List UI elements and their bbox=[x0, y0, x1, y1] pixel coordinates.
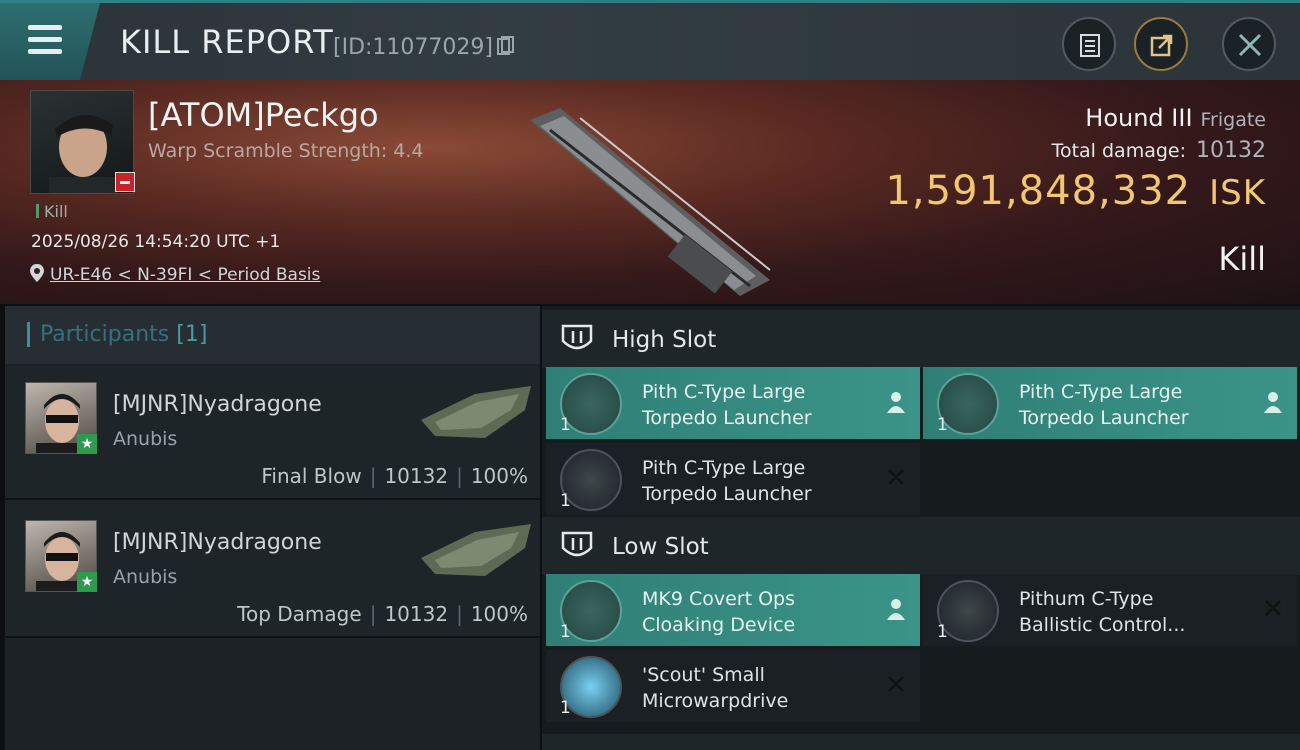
close-button[interactable] bbox=[1222, 17, 1276, 71]
kill-location[interactable]: UR-E46 < N-39FI < Period Basis bbox=[30, 264, 320, 285]
total-damage-value: 10132 bbox=[1196, 138, 1266, 163]
participant-row[interactable]: ★ [MJNR]Nyadragone Anubis Top Damage | 101… bbox=[5, 504, 540, 638]
module-item[interactable]: 1 Pith C-Type Large Torpedo Launcher bbox=[546, 443, 920, 515]
participant-percent: 100% bbox=[470, 464, 528, 488]
low-slot-header: Low Slot bbox=[542, 517, 1300, 575]
dropped-person-icon bbox=[887, 599, 905, 620]
participant-role: Top Damage bbox=[237, 602, 362, 626]
participant-percent: 100% bbox=[470, 602, 528, 626]
participant-stats: Top Damage | 10132 | 100% bbox=[237, 602, 528, 626]
dropped-person-icon bbox=[887, 392, 905, 413]
victim-ship-type: Hound III Frigate bbox=[1085, 104, 1266, 132]
participant-ship-image bbox=[421, 524, 531, 576]
participant-stats: Final Blow | 10132 | 100% bbox=[261, 464, 528, 488]
next-slot-header bbox=[542, 734, 1300, 750]
star-icon: ★ bbox=[77, 572, 97, 592]
victim-standing-badge bbox=[115, 172, 135, 192]
module-item[interactable]: 1 Pithum C-Type Ballistic Control... bbox=[923, 574, 1297, 646]
location-link[interactable]: UR-E46 < N-39FI < Period Basis bbox=[50, 265, 320, 285]
module-name: Pithum C-Type Ballistic Control... bbox=[1019, 588, 1186, 636]
module-name: MK9 Covert Ops Cloaking Device bbox=[642, 588, 796, 636]
participant-role: Final Blow bbox=[261, 464, 362, 488]
high-slot-icon bbox=[561, 324, 593, 350]
low-slot-icon bbox=[561, 531, 593, 557]
dropped-person-icon bbox=[1264, 392, 1282, 413]
warp-scramble-strength: Warp Scramble Strength: 4.4 bbox=[148, 140, 424, 162]
high-slot-label: High Slot bbox=[612, 327, 717, 353]
module-name: Pith C-Type Large Torpedo Launcher bbox=[642, 381, 812, 429]
participant-damage: 10132 bbox=[384, 464, 449, 488]
isk-value: 1,591,848,332 ISK bbox=[885, 168, 1266, 214]
destroyed-x-icon bbox=[888, 676, 904, 692]
module-name: Pith C-Type Large Torpedo Launcher bbox=[1019, 381, 1189, 429]
module-name: 'Scout' Small Microwarpdrive bbox=[642, 664, 789, 712]
close-icon bbox=[1238, 33, 1262, 57]
kill-result: Kill bbox=[1218, 240, 1266, 278]
module-item[interactable]: 1 Pith C-Type Large Torpedo Launcher bbox=[923, 367, 1297, 439]
module-item[interactable]: 1 'Scout' Small Microwarpdrive bbox=[546, 650, 920, 722]
kill-tag: Kill bbox=[36, 202, 68, 221]
copy-icon[interactable] bbox=[497, 36, 515, 56]
module-item[interactable]: 1 MK9 Covert Ops Cloaking Device bbox=[546, 574, 920, 646]
participant-row[interactable]: ★ [MJNR]Nyadragone Anubis Final Blow | 101… bbox=[5, 366, 540, 500]
victim-name[interactable]: [ATOM]Peckgo bbox=[148, 96, 379, 134]
page-title: KILL REPORT bbox=[120, 23, 334, 61]
high-slot-header: High Slot bbox=[542, 310, 1300, 368]
clipboard-button[interactable] bbox=[1062, 17, 1116, 71]
victim-ship-image bbox=[530, 108, 771, 296]
participants-count: [1] bbox=[176, 322, 208, 347]
kill-id: [ID:11077029] bbox=[333, 35, 493, 60]
share-button[interactable] bbox=[1134, 17, 1188, 71]
destroyed-x-icon bbox=[1265, 600, 1281, 616]
participant-damage: 10132 bbox=[384, 602, 449, 626]
fitting-panel: High Slot 1 Pith C-Type Large Torpedo Lau… bbox=[542, 306, 1300, 750]
ship-class: Frigate bbox=[1200, 109, 1266, 131]
participant-ship: Anubis bbox=[113, 428, 178, 450]
participant-name[interactable]: [MJNR]Nyadragone bbox=[113, 392, 322, 417]
participants-header: Participants [1] bbox=[5, 306, 540, 364]
menu-button[interactable] bbox=[0, 3, 100, 80]
header-bar: KILL REPORT [ID:11077029] bbox=[0, 0, 1300, 80]
low-slot-label: Low Slot bbox=[612, 534, 709, 560]
total-damage: Total damage: 10132 bbox=[1051, 138, 1266, 163]
participants-panel: Participants [1] ★ [MJNR]Nyadragone Anub… bbox=[5, 306, 540, 750]
location-pin-icon bbox=[30, 264, 44, 282]
destroyed-x-icon bbox=[888, 469, 904, 485]
participant-ship: Anubis bbox=[113, 566, 178, 588]
clipboard-icon bbox=[1080, 34, 1100, 57]
kill-timestamp: 2025/08/26 14:54:20 UTC +1 bbox=[31, 232, 281, 252]
module-name: Pith C-Type Large Torpedo Launcher bbox=[642, 457, 812, 505]
menu-icon bbox=[28, 25, 62, 30]
participant-ship-image bbox=[421, 386, 531, 438]
share-icon bbox=[1150, 34, 1173, 57]
victim-banner: [ATOM]Peckgo Warp Scramble Strength: 4.4… bbox=[0, 80, 1300, 304]
module-item[interactable]: 1 Pith C-Type Large Torpedo Launcher bbox=[546, 367, 920, 439]
participant-name[interactable]: [MJNR]Nyadragone bbox=[113, 530, 322, 555]
ship-name: Hound III bbox=[1085, 104, 1193, 132]
star-icon: ★ bbox=[77, 434, 97, 454]
